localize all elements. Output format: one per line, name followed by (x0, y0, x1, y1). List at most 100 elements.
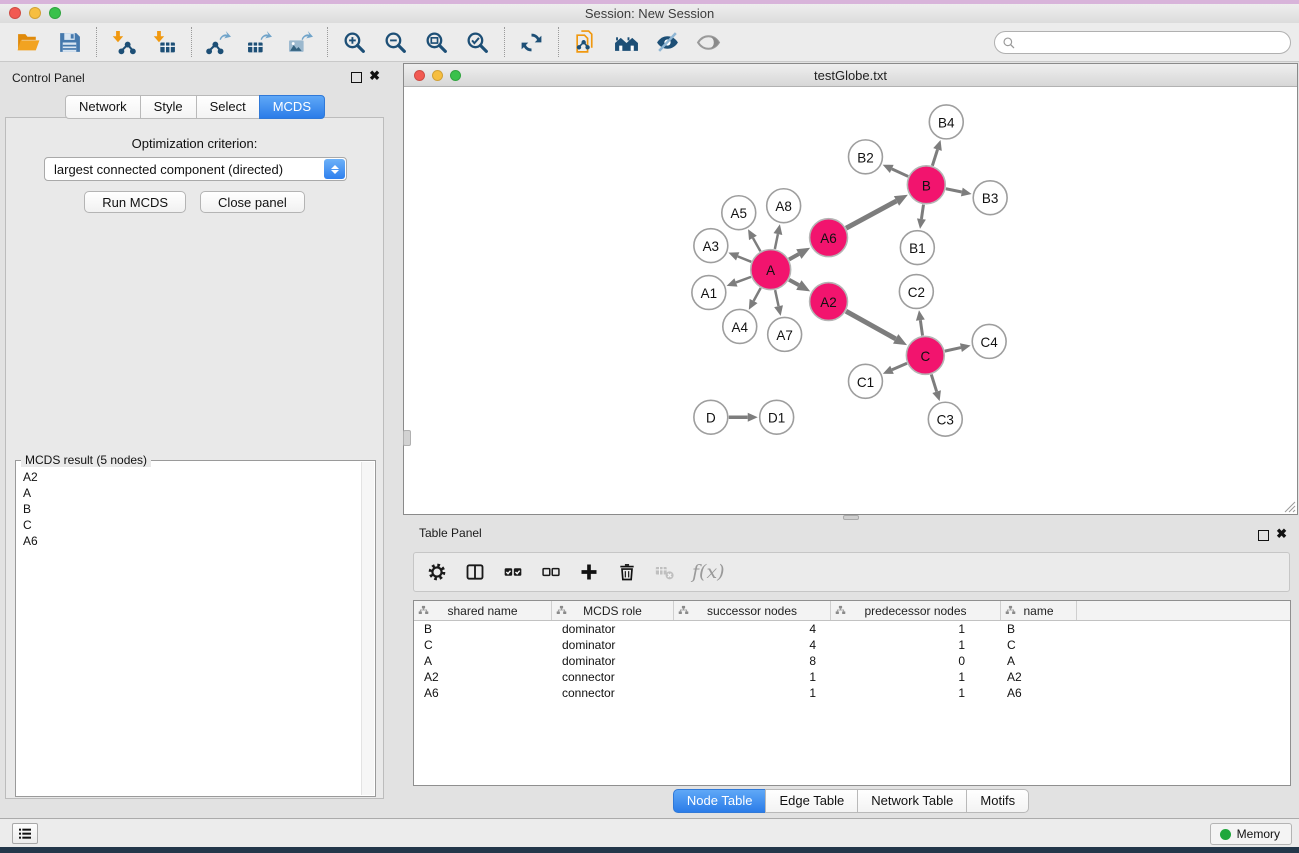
node-C3[interactable]: C3 (928, 402, 962, 436)
float-table-panel-button[interactable] (1258, 530, 1269, 541)
zoom-fit-button[interactable] (416, 26, 457, 58)
refresh-button[interactable] (511, 26, 552, 58)
tab-network[interactable]: Network (65, 95, 141, 119)
network-canvas[interactable]: A A1 A2 A3 A4 A5 A6 A7 A8 B B1 B2 B3 B4 C C1 C2 C3 C4 D D1 (404, 88, 1297, 514)
edge-A-A6[interactable] (789, 254, 799, 259)
node-A1[interactable]: A1 (692, 276, 726, 310)
node-A7[interactable]: A7 (768, 317, 802, 351)
splitter-grip[interactable] (403, 430, 411, 446)
add-column-button[interactable] (578, 561, 600, 583)
column-header-successor-nodes[interactable]: successor nodes (674, 601, 831, 620)
clone-network-button[interactable] (565, 26, 606, 58)
node-A8[interactable]: A8 (767, 189, 801, 223)
node-A5[interactable]: A5 (722, 196, 756, 230)
node-D[interactable]: D (694, 400, 728, 434)
column-header-shared-name[interactable]: shared name (414, 601, 552, 620)
settings-gear-button[interactable] (426, 561, 448, 583)
tab-mcds[interactable]: MCDS (259, 95, 325, 119)
delete-column-button[interactable] (616, 561, 638, 583)
edge-C-C1[interactable] (892, 363, 907, 370)
hide-eye-button[interactable] (647, 26, 688, 58)
float-panel-button[interactable] (351, 72, 362, 83)
node-A[interactable]: A (751, 250, 791, 290)
node-B1[interactable]: B1 (900, 231, 934, 265)
show-eye-button[interactable] (688, 26, 729, 58)
table-row[interactable]: Bdominator41B (414, 621, 1290, 637)
column-header-name[interactable]: name (1001, 601, 1077, 620)
edge-C-C3[interactable] (931, 374, 936, 391)
result-scrollbar[interactable] (361, 462, 374, 795)
edge-A2-C[interactable] (846, 311, 896, 339)
network-window-titlebar[interactable]: testGlobe.txt (404, 64, 1297, 87)
node-B2[interactable]: B2 (849, 140, 883, 174)
table-row[interactable]: A6connector11A6 (414, 685, 1290, 701)
node-C1[interactable]: C1 (849, 364, 883, 398)
node-A4[interactable]: A4 (723, 309, 757, 343)
node-B3[interactable]: B3 (973, 181, 1007, 215)
select-all-button[interactable] (502, 561, 524, 583)
task-history-button[interactable] (12, 823, 38, 844)
node-D1[interactable]: D1 (760, 400, 794, 434)
home-button[interactable] (606, 26, 647, 58)
tab-select[interactable]: Select (196, 95, 260, 119)
export-image-button[interactable] (280, 26, 321, 58)
save-button[interactable] (49, 26, 90, 58)
import-table-button[interactable] (144, 26, 185, 58)
tab-node-table[interactable]: Node Table (673, 789, 767, 813)
open-file-button[interactable] (8, 26, 49, 58)
mcds-result-item[interactable]: B (23, 501, 354, 517)
edge-B-B2[interactable] (892, 169, 908, 177)
column-header-predecessor-nodes[interactable]: predecessor nodes (831, 601, 1001, 620)
table-row[interactable]: Adominator80A (414, 653, 1290, 669)
export-network-button[interactable] (198, 26, 239, 58)
node-A6[interactable]: A6 (810, 219, 848, 257)
import-network-button[interactable] (103, 26, 144, 58)
close-table-panel-button[interactable]: ✖ (1276, 526, 1287, 542)
tab-style[interactable]: Style (140, 95, 197, 119)
tab-edge-table[interactable]: Edge Table (765, 789, 858, 813)
zoom-out-button[interactable] (375, 26, 416, 58)
edge-A-A5[interactable] (753, 238, 761, 251)
node-B4[interactable]: B4 (929, 105, 963, 139)
edge-C-C4[interactable] (945, 348, 961, 352)
close-panel-button2[interactable]: Close panel (200, 191, 305, 213)
node-A2[interactable]: A2 (810, 283, 848, 321)
table-row[interactable]: Cdominator41C (414, 637, 1290, 653)
edge-A-A8[interactable] (775, 234, 778, 249)
edge-B-B1[interactable] (921, 205, 923, 219)
edge-A-A2[interactable] (789, 280, 799, 285)
column-header-MCDS-role[interactable]: MCDS role (552, 601, 674, 620)
node-C2[interactable]: C2 (899, 275, 933, 309)
search-field[interactable] (994, 31, 1291, 54)
mcds-result-item[interactable]: A (23, 485, 354, 501)
tab-network-table[interactable]: Network Table (857, 789, 967, 813)
mcds-result-item[interactable]: C (23, 517, 354, 533)
zoom-selected-button[interactable] (457, 26, 498, 58)
close-panel-button[interactable]: ✖ (369, 68, 380, 84)
node-C[interactable]: C (906, 336, 944, 374)
edge-A-A4[interactable] (754, 288, 761, 301)
edge-A-A1[interactable] (736, 277, 751, 283)
export-table-button[interactable] (239, 26, 280, 58)
table-row[interactable]: A2connector11A2 (414, 669, 1290, 685)
split-table-button[interactable] (464, 561, 486, 583)
edge-A6-B[interactable] (846, 201, 896, 228)
memory-button[interactable]: Memory (1210, 823, 1292, 845)
tab-motifs[interactable]: Motifs (966, 789, 1029, 813)
search-input[interactable] (1020, 33, 1282, 52)
run-mcds-button[interactable]: Run MCDS (84, 191, 186, 213)
deselect-all-button[interactable] (540, 561, 562, 583)
node-B[interactable]: B (907, 166, 945, 204)
mcds-result-item[interactable]: A6 (23, 533, 354, 549)
mcds-result-item[interactable]: A2 (23, 469, 354, 485)
resize-grip-icon[interactable] (1283, 500, 1296, 513)
edge-C-C2[interactable] (920, 320, 922, 335)
zoom-in-button[interactable] (334, 26, 375, 58)
edge-A-A3[interactable] (738, 256, 752, 261)
node-C4[interactable]: C4 (972, 324, 1006, 358)
mcds-result-list[interactable]: A2ABCA6 (17, 465, 360, 795)
edge-A-A7[interactable] (775, 290, 778, 306)
criterion-dropdown[interactable]: largest connected component (directed) (44, 157, 347, 181)
node-A3[interactable]: A3 (694, 229, 728, 263)
edge-B-B4[interactable] (932, 149, 937, 165)
